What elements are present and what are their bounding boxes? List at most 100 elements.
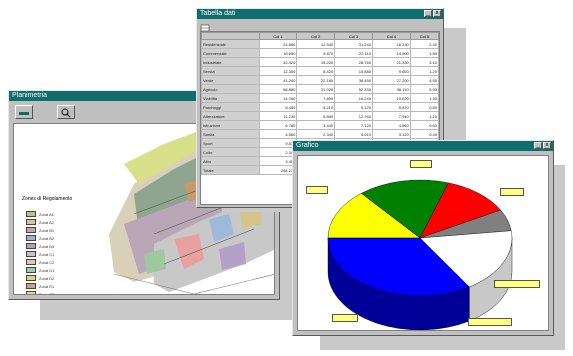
table-cell: 32.420	[258, 57, 298, 67]
table-row[interactable]: Sanita 4.560 2.340 5.010 3.120 0.40	[201, 129, 439, 139]
close-button[interactable]: x	[433, 10, 441, 17]
legend-label: Zona A2	[39, 219, 54, 225]
legend-item: Zona C1	[26, 250, 54, 258]
column-header[interactable]: Col 4	[371, 32, 411, 40]
table-cell: 4.560	[371, 120, 411, 130]
table-cell: 7.890	[296, 93, 336, 103]
legend-swatch	[26, 283, 36, 289]
legend-title: Zones di Regolamento	[22, 196, 73, 202]
column-header[interactable]: Col 1	[258, 32, 298, 40]
table-row[interactable]: Verde 41.240 22.180 38.450 27.200 4.50	[201, 75, 439, 85]
column-header[interactable]: Col 3	[334, 32, 373, 40]
table-cell: 15.220	[296, 57, 336, 67]
row-label: Sanita	[201, 129, 260, 139]
row-label: Totale	[201, 165, 260, 175]
table-cell: 10.020	[371, 93, 411, 103]
row-label: Verde	[201, 75, 260, 85]
table-cell: 2.340	[296, 129, 336, 139]
table-row[interactable]: Residenziale 24.880 12.540 31.240 18.230 2.40	[201, 39, 439, 49]
legend-item: Zona D1	[26, 266, 54, 274]
legend-label: Zona C2	[39, 259, 55, 265]
table-cell: 24.880	[258, 39, 298, 49]
legend-label: Zona D2	[39, 275, 55, 281]
legend-swatch	[26, 259, 36, 265]
slice-callout-label	[468, 318, 512, 326]
legend-swatch	[26, 211, 36, 217]
zoom-tool-button[interactable]	[57, 105, 75, 119]
table-cell: 52.330	[334, 84, 373, 94]
row-label: Attrezzature	[201, 111, 260, 121]
legend-item: Zona B2	[26, 234, 54, 242]
legend-label: Zona E1	[39, 283, 55, 289]
table-cell: 16.240	[334, 93, 373, 103]
table-cell: 12.760	[334, 111, 373, 121]
legend-label: Zona B1	[39, 227, 55, 233]
table-cell: 7.120	[334, 120, 373, 130]
table-cell: 31.240	[334, 39, 373, 49]
table-cell: 6.780	[258, 120, 298, 130]
table-cell: 5.010	[334, 129, 373, 139]
legend-item: Zona D2	[26, 274, 54, 282]
minimize-button[interactable]: _	[534, 142, 542, 149]
table-cell: 31.020	[296, 84, 336, 94]
table-toolbar	[197, 19, 443, 32]
row-label: Sport	[201, 138, 260, 148]
legend-item: Zona B1	[26, 226, 54, 234]
column-header[interactable]: Col 5	[409, 32, 439, 40]
table-row[interactable]: Parcheggi 8.450 4.210 9.120 5.870 0.80	[201, 102, 439, 112]
table-row[interactable]: Agricolo 56.880 31.020 52.330 36.110 5.90	[201, 84, 439, 94]
minimize-button[interactable]: _	[424, 10, 432, 17]
chart-canvas[interactable]	[297, 155, 549, 331]
legend-swatch	[26, 291, 36, 294]
table-cell: 9.650	[371, 66, 411, 76]
close-button[interactable]: x	[543, 142, 551, 149]
pan-tool-button[interactable]	[15, 105, 33, 119]
table-cell: 8.450	[258, 102, 298, 112]
legend-swatch	[26, 267, 36, 273]
table-window-title: Tabella dati	[200, 10, 236, 17]
legend-item: Zona C2	[26, 258, 54, 266]
slice-callout-label	[306, 186, 328, 194]
legend-swatch	[26, 235, 36, 241]
table-row[interactable]: Istruzione 6.780 3.440 7.120 4.560 0.60	[201, 120, 439, 130]
table-row[interactable]: Industriale 32.420 15.220 28.760 21.330 3.10	[201, 57, 439, 67]
legend-swatch	[26, 251, 36, 257]
table-cell: 9.120	[334, 102, 373, 112]
slice-callout-label	[332, 314, 358, 322]
legend-label: Zona E2	[39, 291, 55, 295]
table-cell: 15.880	[334, 66, 373, 76]
row-label: Viabilita	[201, 93, 260, 103]
table-row[interactable]: Viabilita 14.760 7.890 16.240 10.020 1.30	[201, 93, 439, 103]
legend-item: Zona E2	[26, 290, 55, 295]
pan-icon	[19, 112, 29, 115]
table-cell: 14.900	[371, 48, 411, 58]
table-cell: 5.870	[371, 102, 411, 112]
table-row[interactable]: Attrezzature 11.230 5.890 12.760 7.940 1.10	[201, 111, 439, 121]
column-header[interactable]: Col 2	[296, 32, 336, 40]
table-cell: 11.230	[258, 111, 298, 121]
table-cell: 3.120	[371, 129, 411, 139]
chart-window-title: Grafico	[296, 142, 319, 149]
map-window-title: Planimetria	[12, 92, 48, 99]
legend-swatch	[26, 243, 36, 249]
table-cell: 14.760	[258, 93, 298, 103]
row-label: Servizi	[201, 66, 260, 76]
table-row[interactable]: Servizi 12.300 6.420 15.880 9.650 1.20	[201, 66, 439, 76]
chart-window-controls: _ x	[534, 142, 551, 149]
table-cell: 7.940	[371, 111, 411, 121]
table-cell: 21.330	[371, 57, 411, 67]
table-cell: 56.880	[258, 84, 298, 94]
table-cell: 27.200	[371, 75, 411, 85]
column-header[interactable]	[201, 32, 260, 40]
legend-label: Zona B2	[39, 235, 55, 241]
legend-item: Zona B3	[26, 242, 54, 250]
row-label: Parcheggi	[201, 102, 260, 112]
table-window-titlebar[interactable]: Tabella dati _ x	[197, 9, 443, 19]
table-row[interactable]: Commerciale 18.650 9.870 22.110 14.900 1.80	[201, 48, 439, 58]
table-cell: 38.450	[334, 75, 373, 85]
legend-label: Zona D1	[39, 267, 55, 273]
chart-window-titlebar[interactable]: Grafico _ x	[293, 141, 553, 151]
table-cell: 5.90	[409, 84, 439, 94]
table-cell: 12.540	[296, 39, 336, 49]
legend-item: Zona A1	[26, 210, 54, 218]
